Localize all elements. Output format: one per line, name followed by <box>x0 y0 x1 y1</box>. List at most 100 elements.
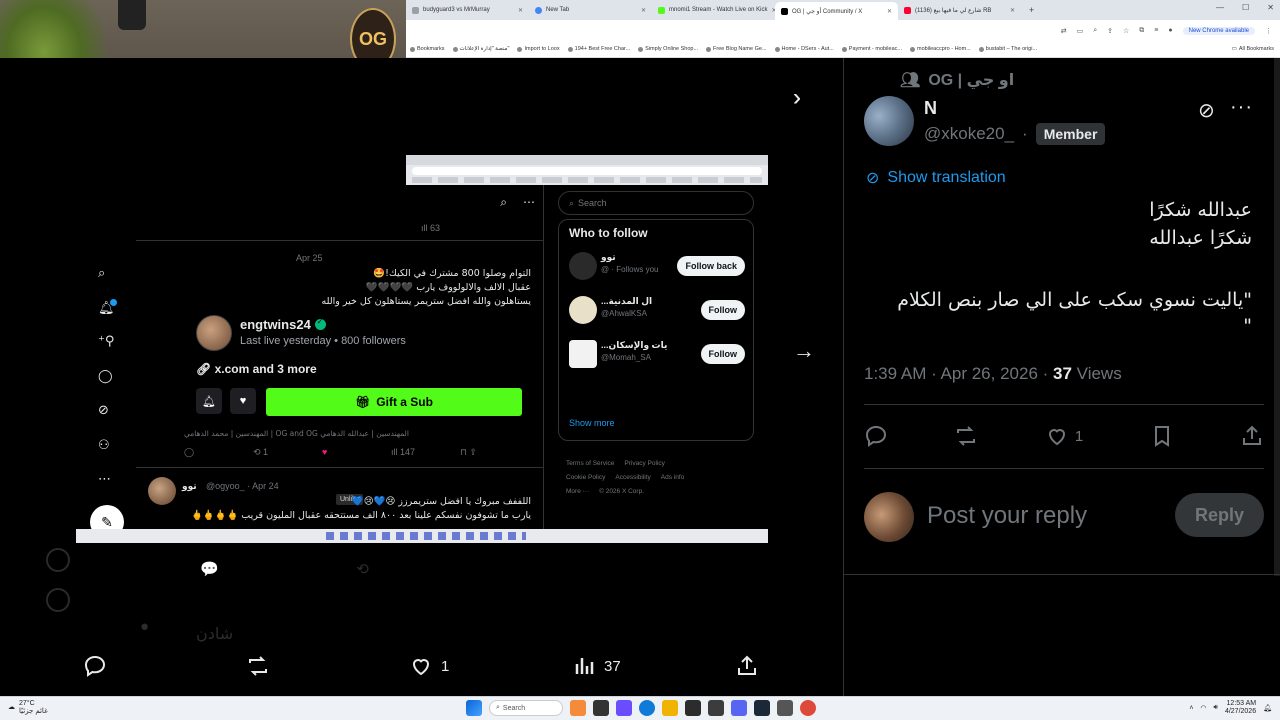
maximize-button[interactable]: ☐ <box>1242 3 1249 12</box>
tweet-actions: ◯ ⟲ 1 ♥ ıll 147 ⊓ ⇪ <box>184 447 529 458</box>
post-text-line: " <box>1243 315 1252 337</box>
widgets-icon[interactable] <box>570 700 586 716</box>
share-button[interactable] <box>1240 424 1264 448</box>
like-button[interactable]: 1 <box>409 654 449 678</box>
community-icon: 👥︎ <box>900 72 921 89</box>
heart-icon <box>412 659 430 676</box>
chrome-icon[interactable] <box>800 700 816 716</box>
bookmark-item[interactable]: mobileaccpro - Hom... <box>909 46 971 52</box>
close-icon[interactable]: ✕ <box>518 7 523 14</box>
app-icon[interactable] <box>777 700 793 716</box>
task-view-icon[interactable] <box>593 700 609 716</box>
bookmark-item[interactable]: Simply Online Shop... <box>638 46 698 52</box>
scrollbar[interactable] <box>1274 58 1280 576</box>
browser-tab[interactable]: (1136) شارع لي ما فيها بيع RB ✕ <box>898 2 1021 18</box>
bookmark-item[interactable]: Free Blog Name Ge... <box>706 46 767 52</box>
extensions-icon[interactable]: ⧉ <box>1139 27 1144 35</box>
like-button[interactable]: 1 <box>1045 424 1083 448</box>
translate-icon[interactable]: ⇄ <box>1061 27 1067 35</box>
share-icon[interactable]: ⇪ <box>1107 27 1113 35</box>
bookmark-button[interactable] <box>1150 424 1174 448</box>
community-label[interactable]: 👥︎ OG | او جي <box>900 70 1014 90</box>
grok-icon[interactable]: ⊘ <box>1198 98 1215 123</box>
cast-icon[interactable]: ▭ <box>1077 27 1084 35</box>
steam-icon[interactable] <box>754 700 770 716</box>
embedded-taskbar <box>76 529 768 543</box>
author-name[interactable]: N <box>924 98 937 119</box>
copilot-icon[interactable] <box>616 700 632 716</box>
bookmark-item[interactable]: bustabit – The origi... <box>978 46 1037 52</box>
who-to-follow-box: Who to follow توو @ · Follows you Follow… <box>558 219 754 441</box>
profile-icon: ⚇ <box>98 437 110 452</box>
edge-icon[interactable] <box>639 700 655 716</box>
volume-icon[interactable]: 🔊︎ <box>1214 704 1218 712</box>
close-window-button[interactable]: ✕ <box>1267 3 1274 12</box>
explorer-icon[interactable] <box>662 700 678 716</box>
weather-widget[interactable]: ☁ 27°C غائم جزئيًا <box>8 700 48 716</box>
avatar <box>569 252 597 280</box>
bookmark-star-icon[interactable]: ☆ <box>1123 27 1129 35</box>
bookmark-item[interactable]: 194+ Best Free Char... <box>567 46 630 52</box>
windows-start-icon[interactable] <box>466 700 482 716</box>
store-icon[interactable] <box>685 700 701 716</box>
wifi-icon[interactable]: ◠ <box>1200 704 1206 712</box>
reply-button[interactable] <box>864 424 888 448</box>
bookmark-item[interactable]: Import to Loox <box>517 46 560 52</box>
update-chrome-button[interactable]: New Chrome available <box>1182 26 1255 35</box>
post-time[interactable]: 1:39 AM · Apr 26, 2026 · <box>864 364 1053 383</box>
search-icon: ⌕ <box>98 265 106 280</box>
close-icon[interactable]: ✕ <box>641 7 646 14</box>
share-icon <box>738 655 756 675</box>
all-bookmarks-button[interactable]: ▭ All Bookmarks <box>1232 46 1280 52</box>
menu-kebab-icon[interactable]: ⋮ <box>1265 27 1272 35</box>
like-count: 1 <box>441 657 450 675</box>
search-icon: ⌕ <box>496 704 500 711</box>
zoom-icon[interactable]: ⌕ <box>1093 27 1097 35</box>
next-media-arrow-icon[interactable]: → <box>793 338 815 364</box>
tray-chevron-icon[interactable]: ˄ <box>1189 705 1193 712</box>
repost-icon <box>249 656 267 676</box>
close-icon[interactable]: ✕ <box>887 8 892 15</box>
taskbar-search[interactable]: ⌕ Search <box>489 700 563 716</box>
like-count: 1 <box>1074 427 1084 445</box>
reply-input[interactable]: Post your reply <box>927 502 1087 530</box>
minimize-button[interactable]: — <box>1216 3 1224 12</box>
x-icon <box>781 7 788 15</box>
browser-tab-active[interactable]: OG | أو جي Community / X ✕ <box>775 2 898 20</box>
follow-suggestion: ...ال المدنية @AhwalKSA Follow <box>569 294 745 328</box>
repost-button[interactable] <box>246 654 270 678</box>
close-icon[interactable]: ✕ <box>1010 7 1015 14</box>
discord-icon[interactable] <box>731 700 747 716</box>
obs-icon[interactable] <box>708 700 724 716</box>
clock[interactable]: 12:53 AM 4/27/2026 <box>1225 700 1256 716</box>
author-avatar[interactable] <box>864 96 914 146</box>
browser-tab[interactable]: New Tab ✕ <box>529 2 652 18</box>
reply-submit-button[interactable]: Reply <box>1174 493 1264 537</box>
folder-icon: ▭ <box>1231 46 1237 52</box>
views-button[interactable]: 37 <box>572 654 621 678</box>
follow-back-button: Follow back <box>677 256 745 276</box>
browser-tab[interactable]: mnomi1 Stream - Watch Live on Kick ✕ <box>652 2 775 18</box>
repost-button[interactable] <box>954 424 978 448</box>
bookmark-item[interactable]: Payment - mobileac... <box>841 46 902 52</box>
cast-media-icon[interactable]: ≡ <box>1154 27 1158 34</box>
bookmark-item[interactable]: منصة "إدارة الإعلانات" <box>452 46 509 52</box>
bookmark-item[interactable]: Home - DSers - Aut... <box>774 46 834 52</box>
show-translation-link[interactable]: ⊘ Show translation <box>866 168 1006 188</box>
embedded-sidebar: ⌕ 🔔︎ ⁺⚲ ◯ ⊘ ⚇ ⋯ ✎ <box>76 225 136 543</box>
link-icon: 🔗︎ <box>196 362 212 376</box>
new-tab-button[interactable]: + <box>1029 5 1034 15</box>
more-options-icon[interactable]: ··· <box>1230 96 1253 119</box>
bookmark-item[interactable]: Bookmarks <box>410 46 445 52</box>
chrome-icon <box>535 6 542 14</box>
reply-button[interactable] <box>83 654 107 678</box>
share-button[interactable] <box>735 654 759 678</box>
window-controls: — ☐ ✕ <box>1216 3 1274 12</box>
notification-badge <box>110 299 117 306</box>
browser-tab[interactable]: budyguard3 vs MrMurray ✕ <box>406 2 529 18</box>
tweet-date: Apr 25 <box>296 253 323 263</box>
author-handle[interactable]: @xkoke20_ <box>924 124 1014 144</box>
profile-icon[interactable]: ● <box>1168 27 1172 34</box>
notifications-icon[interactable]: 🔔︎ <box>1263 704 1272 712</box>
kick-icon <box>658 6 665 14</box>
